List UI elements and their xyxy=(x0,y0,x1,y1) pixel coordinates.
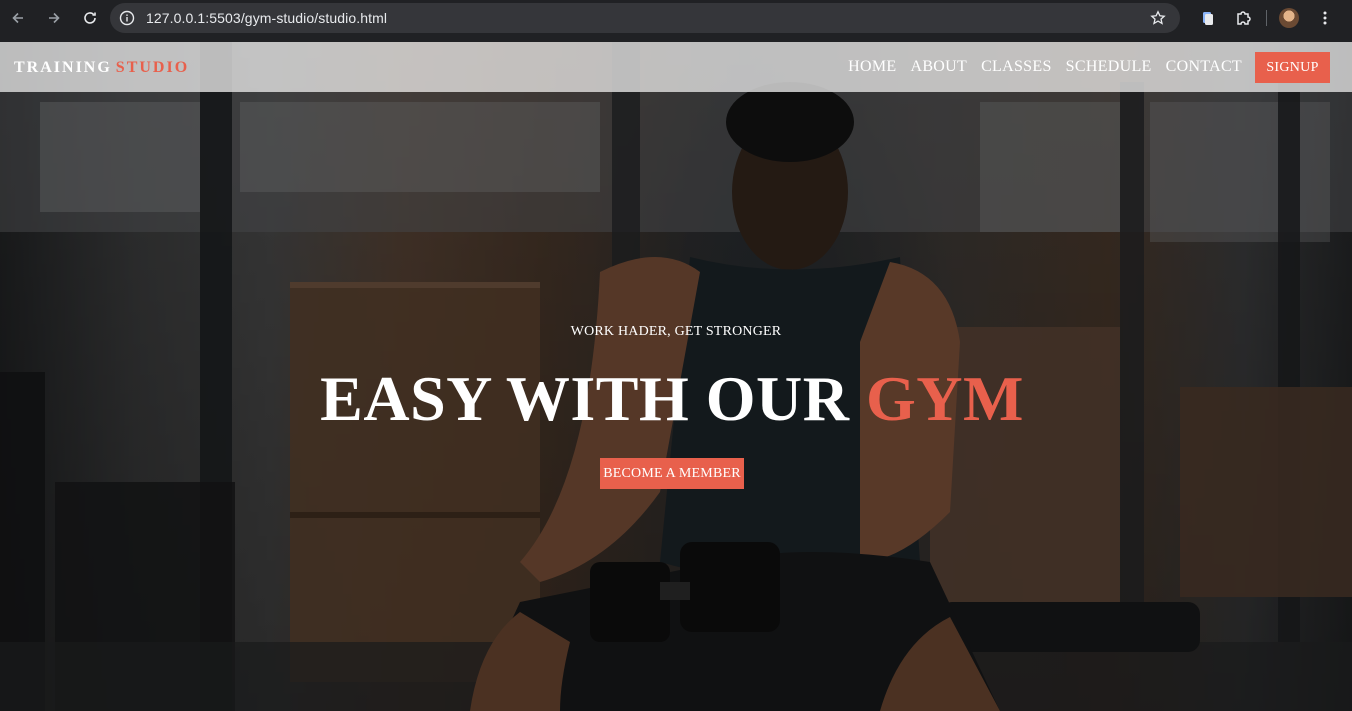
nav-home[interactable]: HOME xyxy=(848,58,896,76)
signup-button[interactable]: SIGNUP xyxy=(1255,52,1330,83)
bookmark-star-icon[interactable] xyxy=(1150,10,1166,26)
hero-headline: EASY WITH OUR GYM xyxy=(0,362,1344,436)
reload-icon xyxy=(84,12,96,24)
back-arrow-icon xyxy=(12,12,23,24)
toolbar-divider xyxy=(1266,10,1267,26)
headline-main: EASY WITH OUR xyxy=(320,363,850,434)
browser-menu-button[interactable] xyxy=(1307,0,1343,36)
extension-icon xyxy=(1203,12,1213,25)
nav-contact[interactable]: CONTACT xyxy=(1166,58,1242,76)
back-button[interactable] xyxy=(0,0,36,36)
site-info-icon[interactable] xyxy=(119,10,135,26)
profile-avatar xyxy=(1279,8,1299,28)
hero-section: TRAINING STUDIO HOME ABOUT CLASSES SCHEDU… xyxy=(0,42,1352,711)
nav-about[interactable]: ABOUT xyxy=(910,58,967,76)
puzzle-icon xyxy=(1237,11,1251,25)
profile-button[interactable] xyxy=(1271,0,1307,36)
forward-arrow-icon xyxy=(49,12,60,24)
nav-classes[interactable]: CLASSES xyxy=(981,58,1052,76)
extensions-menu-button[interactable] xyxy=(1226,0,1262,36)
become-member-button[interactable]: BECOME A MEMBER xyxy=(600,458,744,489)
site-header: TRAINING STUDIO HOME ABOUT CLASSES SCHEDU… xyxy=(0,42,1352,92)
logo-text-main: TRAINING xyxy=(14,59,112,76)
headline-accent: GYM xyxy=(865,363,1024,434)
url-text[interactable]: 127.0.0.1:5503/gym-studio/studio.html xyxy=(146,10,387,26)
logo-text-accent: STUDIO xyxy=(115,59,190,76)
site-logo[interactable]: TRAINING STUDIO xyxy=(14,59,189,77)
kebab-menu-icon xyxy=(1323,11,1327,25)
forward-button[interactable] xyxy=(36,0,72,36)
address-bar[interactable]: 127.0.0.1:5503/gym-studio/studio.html xyxy=(110,3,1180,33)
main-nav: HOME ABOUT CLASSES SCHEDULE CONTACT xyxy=(848,58,1242,76)
extension-button[interactable] xyxy=(1190,0,1226,36)
hero-tagline: WORK HADER, GET STRONGER xyxy=(570,324,782,339)
reload-button[interactable] xyxy=(72,0,108,36)
nav-schedule[interactable]: SCHEDULE xyxy=(1066,58,1152,76)
browser-toolbar: 127.0.0.1:5503/gym-studio/studio.html xyxy=(0,0,1352,36)
